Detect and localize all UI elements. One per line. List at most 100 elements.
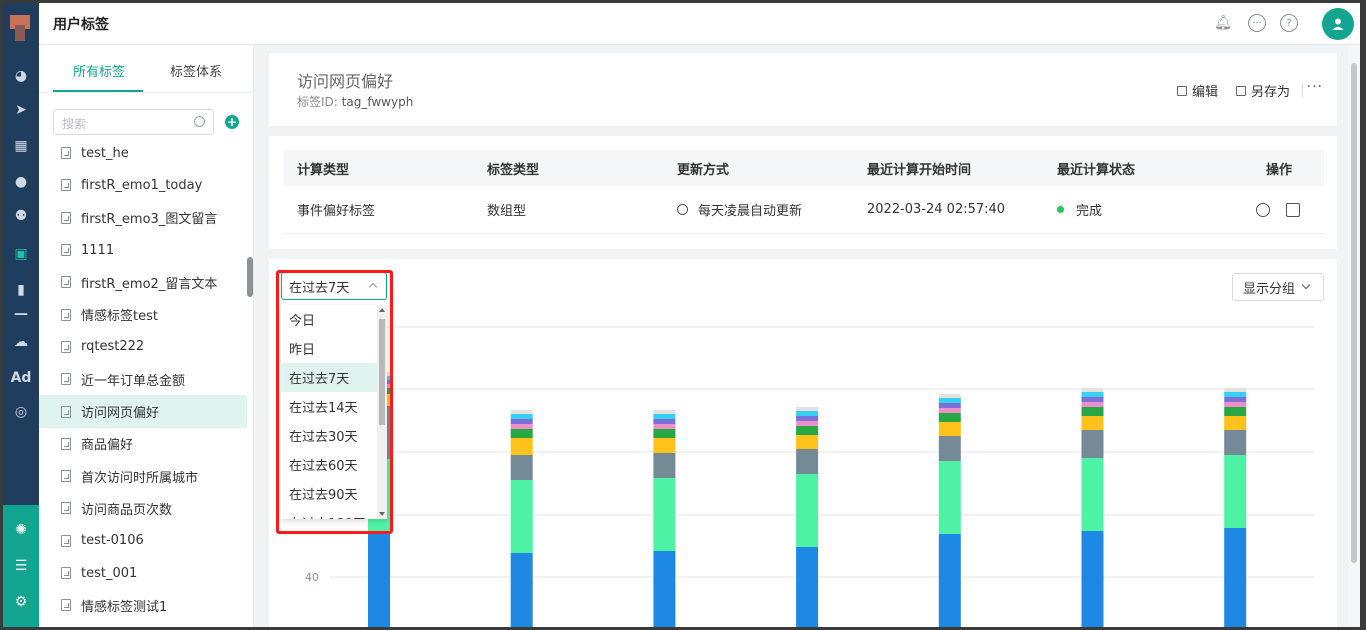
refresh-icon[interactable]	[1256, 202, 1270, 217]
bar-segment[interactable]	[938, 394, 961, 398]
bar-segment[interactable]	[1224, 528, 1247, 630]
list-item-label: test_he	[81, 145, 129, 161]
bar-segment[interactable]	[796, 411, 819, 416]
bar-segment[interactable]	[938, 436, 961, 461]
bar-segment[interactable]	[653, 438, 676, 453]
show-group-button[interactable]: 显示分组	[1232, 273, 1324, 301]
tab-all-tags[interactable]: 所有标签	[73, 61, 125, 80]
list-item[interactable]: rqtest222	[39, 331, 247, 363]
bar-segment[interactable]	[653, 478, 676, 551]
bar-segment[interactable]	[938, 403, 961, 408]
bar-segment[interactable]	[796, 449, 819, 474]
send-icon[interactable]: ➤	[3, 95, 39, 125]
bar-segment[interactable]	[1081, 430, 1104, 458]
ad-icon[interactable]: Ad	[3, 363, 39, 393]
dashboard-icon[interactable]: ◕	[3, 61, 39, 91]
bar-segment[interactable]	[796, 426, 819, 435]
list-item[interactable]: 近一年订单总金额	[39, 363, 247, 395]
page-scroll-thumb[interactable]	[1351, 63, 1357, 563]
bar-segment[interactable]	[510, 429, 533, 438]
bar-segment[interactable]	[1081, 402, 1104, 407]
bar-segment[interactable]	[938, 408, 961, 413]
avatar[interactable]	[1322, 8, 1354, 40]
bar-segment[interactable]	[1224, 388, 1247, 392]
bar-segment[interactable]	[938, 398, 961, 403]
bar-segment[interactable]	[653, 410, 676, 414]
bar-segment[interactable]	[1224, 397, 1247, 402]
export-icon[interactable]	[1286, 202, 1300, 217]
add-tag-button[interactable]: +	[225, 115, 239, 129]
bar-segment[interactable]	[1224, 455, 1247, 528]
server-icon[interactable]: ☰	[3, 551, 39, 581]
users-icon[interactable]: ⚉	[3, 201, 39, 231]
bar-segment[interactable]	[796, 435, 819, 449]
settings-icon[interactable]: ⚙	[3, 587, 39, 617]
list-item[interactable]: test-0106	[39, 525, 247, 557]
list-item[interactable]: firstR_emo1_today	[39, 169, 247, 201]
bar-segment[interactable]	[510, 410, 533, 414]
bar-segment[interactable]	[1081, 388, 1104, 392]
bar-segment[interactable]	[653, 414, 676, 419]
bar-segment[interactable]	[510, 424, 533, 429]
list-item[interactable]: 情感标签测试1	[39, 589, 247, 621]
bar-segment[interactable]	[510, 414, 533, 419]
list-item[interactable]: 商品偏好	[39, 428, 247, 460]
user-icon[interactable]: ●	[3, 167, 39, 197]
bar-segment[interactable]	[653, 429, 676, 438]
bar-segment[interactable]	[1224, 402, 1247, 407]
bar-segment[interactable]	[1081, 392, 1104, 397]
bar-segment[interactable]	[368, 532, 390, 630]
list-item[interactable]: 访问商品页次数	[39, 492, 247, 524]
list-item[interactable]: firstR_emo3_图文留言	[39, 202, 247, 234]
bar-segment[interactable]	[938, 461, 961, 534]
layout-icon[interactable]: ▦	[3, 131, 39, 161]
hub-icon[interactable]: ✺	[3, 515, 39, 545]
bar-segment[interactable]	[510, 455, 533, 480]
bar-segment[interactable]	[653, 424, 676, 429]
bar-segment[interactable]	[938, 413, 961, 422]
bar-segment[interactable]	[510, 419, 533, 424]
list-item[interactable]: test_001	[39, 557, 247, 589]
chat-icon[interactable]: ···	[1248, 14, 1266, 32]
list-item[interactable]: 1111	[39, 234, 247, 266]
bell-icon[interactable]: 🔔︎	[1214, 14, 1232, 32]
sidebar-scrollbar[interactable]	[247, 257, 253, 297]
search-input[interactable]: 搜索	[53, 109, 214, 135]
page-scrollbar[interactable]	[1348, 45, 1360, 627]
more-menu-button[interactable]: ···	[1307, 79, 1323, 95]
bar-segment[interactable]	[1081, 397, 1104, 402]
bar-segment[interactable]	[1224, 430, 1247, 455]
save-as-button[interactable]: 另存为	[1236, 81, 1290, 100]
bar-segment[interactable]	[510, 553, 533, 630]
bar-segment[interactable]	[1081, 416, 1104, 430]
bar-segment[interactable]	[796, 474, 819, 547]
bar-segment[interactable]	[938, 422, 961, 436]
wechat-icon[interactable]: ☁	[3, 327, 39, 357]
list-item[interactable]: firstR_emo2_留言文本	[39, 266, 247, 298]
bar-segment[interactable]	[796, 416, 819, 421]
bar-segment[interactable]	[510, 480, 533, 553]
bar-segment[interactable]	[1081, 531, 1104, 630]
bar-segment[interactable]	[938, 534, 961, 630]
bar-segment[interactable]	[653, 551, 676, 630]
bar-segment[interactable]	[1224, 407, 1247, 416]
bar-segment[interactable]	[653, 453, 676, 478]
bar-segment[interactable]	[796, 421, 819, 426]
bar-segment[interactable]	[796, 407, 819, 411]
bar-segment[interactable]	[1224, 392, 1247, 397]
list-item[interactable]: 情感标签test	[39, 298, 247, 330]
tab-tag-system[interactable]: 标签体系	[170, 61, 222, 80]
bar-segment[interactable]	[1081, 407, 1104, 416]
list-item[interactable]: 首次访问时所属城市	[39, 460, 247, 492]
bar-segment[interactable]	[510, 438, 533, 455]
list-item[interactable]: 访问网页偏好	[39, 395, 247, 428]
target-icon[interactable]: ◎	[3, 397, 39, 427]
help-icon[interactable]: ?	[1280, 14, 1298, 32]
list-item[interactable]: test_he	[39, 137, 247, 169]
bar-segment[interactable]	[1224, 416, 1247, 430]
edit-button[interactable]: 编辑	[1177, 81, 1218, 100]
bar-segment[interactable]	[653, 419, 676, 424]
bar-segment[interactable]	[796, 547, 819, 630]
bar-segment[interactable]	[1081, 458, 1104, 531]
tag-icon[interactable]: ▣	[3, 239, 39, 269]
